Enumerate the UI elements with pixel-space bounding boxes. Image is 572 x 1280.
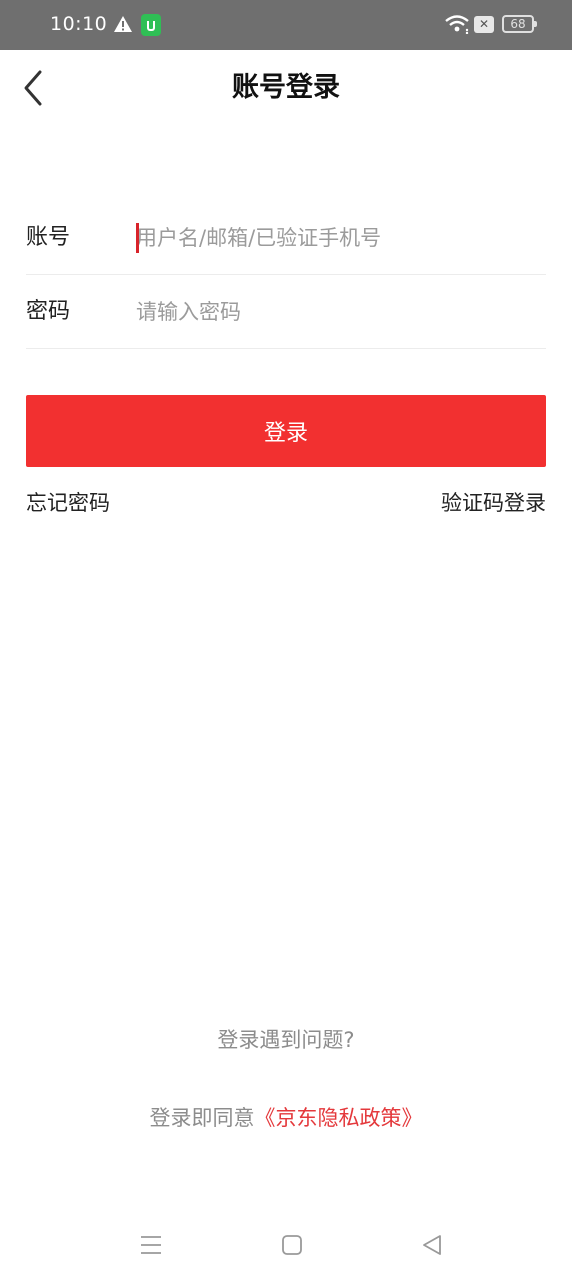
back-triangle-icon[interactable] (419, 1232, 445, 1258)
home-icon[interactable] (279, 1232, 305, 1258)
status-bar: 10:10 ✕ 68 (0, 0, 572, 50)
status-time: 10:10 (50, 13, 108, 35)
agreement-text: 登录即同意 (149, 1106, 255, 1130)
account-input[interactable] (136, 219, 541, 257)
system-navigation-bar (0, 1220, 572, 1270)
login-help-link[interactable]: 登录遇到问题? (0, 1024, 572, 1054)
account-row: 账号 (26, 201, 546, 275)
privacy-policy-link[interactable]: 《京东隐私政策》 (255, 1106, 423, 1130)
chevron-left-icon (24, 70, 42, 106)
privacy-agreement: 登录即同意《京东隐私政策》 (0, 1102, 572, 1132)
menu-icon[interactable] (138, 1232, 164, 1258)
back-button[interactable] (18, 68, 52, 108)
app-notification-icon (141, 14, 161, 36)
password-input[interactable] (136, 293, 541, 331)
text-caret (136, 223, 139, 253)
login-button[interactable]: 登录 (26, 395, 546, 467)
page-title: 账号登录 (232, 72, 340, 103)
forgot-password-link[interactable]: 忘记密码 (26, 488, 110, 518)
no-sim-icon: ✕ (474, 16, 494, 33)
account-label: 账号 (26, 225, 71, 250)
sms-login-link[interactable]: 验证码登录 (441, 488, 546, 518)
battery-icon: 68 (502, 15, 537, 33)
wifi-icon (444, 14, 470, 38)
warning-icon (113, 15, 133, 37)
password-label: 密码 (26, 299, 71, 324)
password-row: 密码 (26, 275, 546, 349)
